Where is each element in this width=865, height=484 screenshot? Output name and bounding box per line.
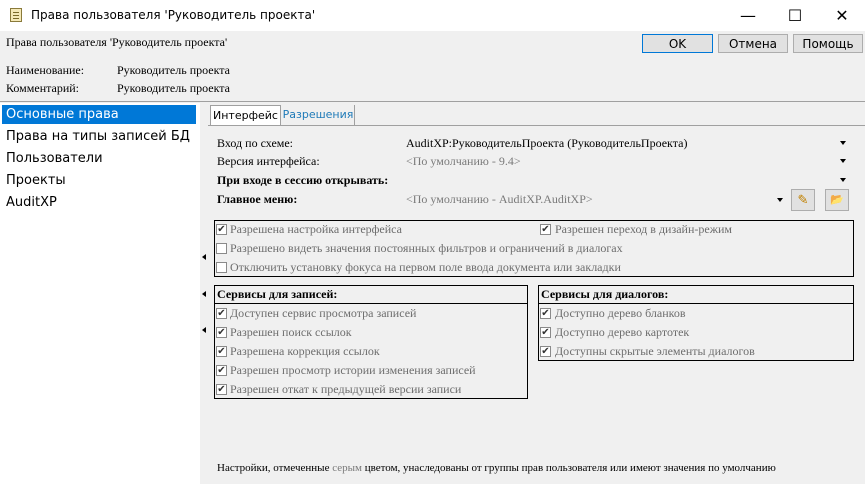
checkbox-disable-focus[interactable] [216, 262, 227, 273]
checkbox-view-records[interactable]: ✔ [216, 308, 227, 319]
session-label: При входе в сессию открывать: [217, 173, 389, 187]
sidebar-item-projects[interactable]: Проекты [2, 171, 196, 190]
checkbox-link-search[interactable]: ✔ [216, 327, 227, 338]
checkbox-interface-setup[interactable]: ✔ [216, 224, 227, 235]
sidebar-item-auditxp[interactable]: AuditXP [2, 193, 196, 212]
checkbox-history[interactable]: ✔ [216, 365, 227, 376]
collapse-arrow-icon[interactable] [202, 291, 206, 297]
checkbox-label: Разрешена настройка интерфейса [230, 222, 402, 236]
checkbox-label: Доступны скрытые элементы диалогов [555, 344, 755, 358]
main-menu-select[interactable]: <По умолчанию - AuditXP.AuditXP> [406, 192, 593, 207]
name-value: Руководитель проекта [117, 63, 230, 77]
app-icon [10, 8, 22, 22]
group-divider [214, 303, 528, 304]
checkbox-label: Разрешен поиск ссылок [230, 325, 352, 339]
ok-button[interactable]: OK [642, 34, 713, 53]
open-folder-icon[interactable]: 📂 [825, 189, 849, 211]
edit-pencil-icon[interactable]: ✎ [791, 189, 815, 211]
checkbox-label: Разрешено видеть значения постоянных фил… [230, 241, 623, 255]
main-menu-label: Главное меню: [217, 192, 298, 206]
close-button[interactable]: ✕ [819, 0, 865, 31]
footer-note-part2: цветом, унаследованы от группы прав поль… [364, 462, 776, 474]
chevron-down-icon[interactable] [840, 159, 846, 163]
dialog-prompt: Права пользователя 'Руководитель проекта… [6, 35, 228, 49]
checkbox-label: Разрешен просмотр истории изменения запи… [230, 363, 476, 377]
chevron-down-icon[interactable] [777, 198, 783, 202]
collapse-arrow-icon[interactable] [202, 254, 206, 260]
maximize-button[interactable]: ☐ [772, 0, 818, 31]
chevron-down-icon[interactable] [840, 141, 846, 145]
checkbox-label: Доступно дерево картотек [555, 325, 690, 339]
footer-note: Настройки, отмеченные серым цветом, унас… [217, 462, 776, 474]
checkbox-label: Доступен сервис просмотра записей [230, 306, 417, 320]
checkbox-show-filters[interactable] [216, 243, 227, 254]
checkbox-link-correction[interactable]: ✔ [216, 346, 227, 357]
separator [0, 101, 865, 102]
version-label: Версия интерфейса: [217, 154, 320, 168]
sidebar-item-basic-rights[interactable]: Основные права [2, 105, 196, 124]
dialog-services-title: Сервисы для диалогов: [541, 287, 669, 301]
checkbox-label: Отключить установку фокуса на первом пол… [230, 260, 621, 274]
checkbox-forms-tree[interactable]: ✔ [540, 308, 551, 319]
checkbox-label: Разрешен откат к предыдущей версии запис… [230, 382, 462, 396]
chevron-down-icon[interactable] [840, 178, 846, 182]
version-select[interactable]: <По умолчанию - 9.4> [406, 154, 521, 169]
comment-value: Руководитель проекта [117, 81, 230, 95]
checkbox-label: Разрешен переход в дизайн-режим [555, 222, 733, 236]
title-bar: Права пользователя 'Руководитель проекта… [0, 0, 865, 31]
group-divider [538, 303, 854, 304]
window-title: Права пользователя 'Руководитель проекта… [31, 8, 316, 22]
checkbox-design-mode[interactable]: ✔ [540, 224, 551, 235]
sidebar-item-users[interactable]: Пользователи [2, 149, 196, 168]
comment-label: Комментарий: [6, 81, 80, 95]
checkbox-hidden-elements[interactable]: ✔ [540, 346, 551, 357]
footer-note-grey: серым [332, 462, 362, 474]
minimize-button[interactable]: — [725, 0, 771, 31]
records-services-title: Сервисы для записей: [217, 287, 338, 301]
checkbox-label: Разрешена коррекция ссылок [230, 344, 380, 358]
checkbox-rollback[interactable]: ✔ [216, 384, 227, 395]
help-button[interactable]: Помощь [793, 34, 863, 53]
collapse-arrow-icon[interactable] [202, 327, 206, 333]
name-label: Наименование: [6, 63, 85, 77]
tab-interface[interactable]: Интерфейс [210, 105, 281, 125]
checkbox-label: Доступно дерево бланков [555, 306, 686, 320]
sidebar-item-record-type-rights[interactable]: Права на типы записей БД [2, 127, 196, 146]
footer-note-part1: Настройки, отмеченные [217, 462, 330, 474]
schema-label: Вход по схеме: [217, 136, 294, 150]
schema-select[interactable]: AuditXP:РуководительПроекта (Руководител… [406, 136, 687, 151]
cancel-button[interactable]: Отмена [718, 34, 788, 53]
checkbox-cards-tree[interactable]: ✔ [540, 327, 551, 338]
tab-divider [208, 125, 865, 126]
tab-permissions[interactable]: Разрешения [282, 105, 355, 125]
